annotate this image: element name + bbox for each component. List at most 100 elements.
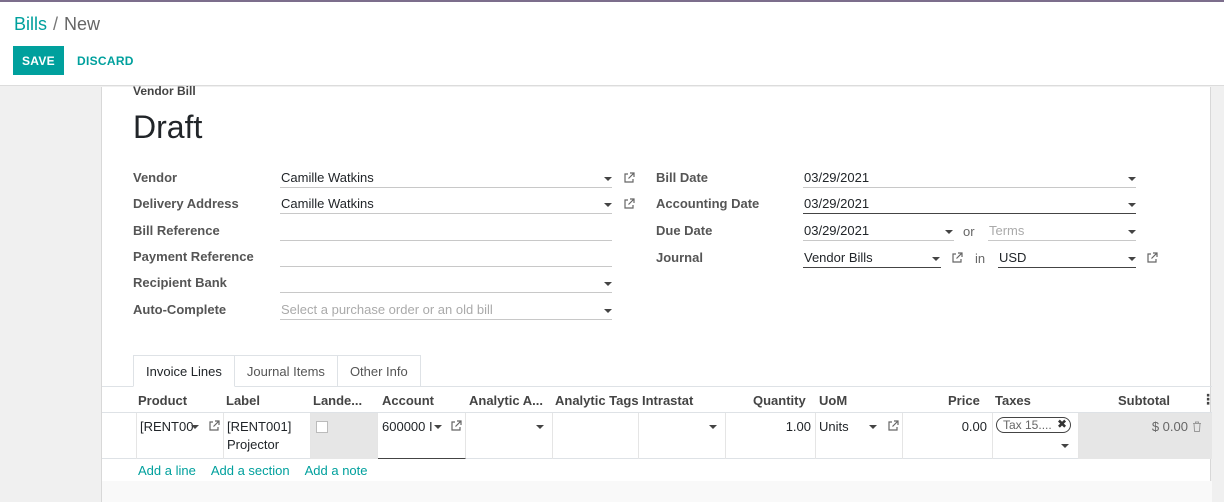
breadcrumb-bills-link[interactable]: Bills <box>14 14 47 34</box>
form-sheet: Vendor Bill Draft Vendor Camille Watkins… <box>101 84 1215 502</box>
vendor-external-link-icon[interactable] <box>623 172 635 184</box>
currency-field[interactable]: USD <box>998 248 1136 268</box>
control-panel: Bills / New SAVE DISCARD <box>0 2 1224 86</box>
vendor-chevron-down-icon[interactable] <box>604 177 612 181</box>
column-header-price[interactable]: Price <box>948 393 980 408</box>
table-row[interactable]: [RENT00 [RENT001] Projector 600000 I 1.0… <box>102 413 1212 459</box>
uom-value: Units <box>819 419 849 434</box>
subtotal-cell: $ 0.00 <box>1079 413 1212 459</box>
product-chevron-down-icon[interactable] <box>191 425 199 429</box>
breadcrumb-separator: / <box>53 14 59 34</box>
invoice-lines-header: Product Label Lande... Account Analytic … <box>102 387 1215 413</box>
recipient-bank-field[interactable] <box>280 273 612 293</box>
currency-external-link-icon[interactable] <box>1146 252 1158 264</box>
recipient-bank-label: Recipient Bank <box>133 275 227 290</box>
column-header-subtotal[interactable]: Subtotal <box>1118 393 1170 408</box>
document-type: Vendor Bill <box>133 84 196 98</box>
column-header-analytic-account[interactable]: Analytic A... <box>469 393 543 408</box>
payment-reference-label: Payment Reference <box>133 249 254 264</box>
due-date-or-text: or <box>963 224 975 239</box>
label-value-line2: Projector <box>227 437 280 452</box>
delivery-address-external-link-icon[interactable] <box>623 198 635 210</box>
quantity-value: 1.00 <box>785 419 811 434</box>
uom-external-link-icon[interactable] <box>887 420 899 432</box>
product-cell[interactable]: [RENT00 <box>136 413 224 459</box>
bill-date-chevron-down-icon[interactable] <box>1128 177 1136 181</box>
uom-chevron-down-icon[interactable] <box>869 425 877 429</box>
tab-journal-items[interactable]: Journal Items <box>234 355 338 387</box>
payment-reference-input[interactable] <box>280 247 612 267</box>
breadcrumb-current: New <box>64 14 101 34</box>
label-value-line1: [RENT001] <box>227 419 292 434</box>
bill-date-label: Bill Date <box>656 170 709 185</box>
account-chevron-down-icon[interactable] <box>434 425 442 429</box>
account-external-link-icon[interactable] <box>450 420 462 432</box>
column-header-label[interactable]: Label <box>226 393 260 408</box>
account-cell[interactable]: 600000 I <box>378 413 466 459</box>
discard-button[interactable]: DISCARD <box>77 54 134 68</box>
journal-external-link-icon[interactable] <box>951 252 963 264</box>
intrastat-chevron-down-icon[interactable] <box>709 425 717 429</box>
delivery-address-field[interactable]: Camille Watkins <box>280 194 612 214</box>
price-value: 0.00 <box>961 419 987 434</box>
recipient-bank-chevron-down-icon[interactable] <box>604 282 612 286</box>
payment-terms-chevron-down-icon[interactable] <box>1128 230 1136 234</box>
accounting-date-chevron-down-icon[interactable] <box>1128 203 1136 207</box>
landed-cost-cell <box>311 413 378 459</box>
due-date-chevron-down-icon[interactable] <box>945 230 953 234</box>
quantity-cell[interactable]: 1.00 <box>726 413 816 459</box>
uom-cell[interactable]: Units <box>816 413 903 459</box>
journal-chevron-down-icon[interactable] <box>932 257 940 261</box>
save-button[interactable]: SAVE <box>13 46 64 75</box>
intrastat-cell[interactable] <box>639 413 726 459</box>
auto-complete-input[interactable]: Select a purchase order or an old bill <box>280 300 612 320</box>
delete-row-trash-icon[interactable] <box>1192 421 1202 432</box>
currency-chevron-down-icon[interactable] <box>1128 257 1136 261</box>
label-cell[interactable]: [RENT001] Projector <box>224 413 311 459</box>
product-external-link-icon[interactable] <box>208 420 220 432</box>
price-cell[interactable]: 0.00 <box>903 413 993 459</box>
payment-terms-field[interactable]: Terms <box>988 221 1136 241</box>
product-value: [RENT00 <box>140 419 194 434</box>
auto-complete-label: Auto-Complete <box>133 302 227 317</box>
column-header-analytic-tags[interactable]: Analytic Tags <box>555 393 639 408</box>
optional-columns-kebab-icon[interactable]: ⋮ <box>1201 391 1215 408</box>
vendor-field[interactable]: Camille Watkins <box>280 168 612 188</box>
bill-reference-input[interactable] <box>280 221 612 241</box>
analytic-account-cell[interactable] <box>466 413 553 459</box>
analytic-account-chevron-down-icon[interactable] <box>536 425 544 429</box>
analytic-tags-cell[interactable] <box>553 413 639 459</box>
add-section-link[interactable]: Add a section <box>211 463 290 478</box>
column-header-product[interactable]: Product <box>138 393 187 408</box>
column-header-landed-cost[interactable]: Lande... <box>313 393 362 408</box>
sheet-footer <box>102 481 1212 502</box>
column-header-quantity[interactable]: Quantity <box>753 393 806 408</box>
journal-label: Journal <box>656 250 703 265</box>
add-line-link[interactable]: Add a line <box>138 463 196 478</box>
taxes-cell[interactable]: Tax 15.... ✖ <box>993 413 1079 459</box>
taxes-chevron-down-icon[interactable] <box>1061 444 1069 448</box>
line-actions: Add a line Add a section Add a note <box>138 463 368 478</box>
accounting-date-field[interactable]: 03/29/2021 <box>803 194 1136 214</box>
vendor-label: Vendor <box>133 170 178 185</box>
journal-in-text: in <box>975 251 986 266</box>
column-header-uom[interactable]: UoM <box>819 393 847 408</box>
tab-other-info[interactable]: Other Info <box>337 355 421 387</box>
landed-cost-checkbox[interactable] <box>316 421 328 433</box>
account-value: 600000 I <box>382 419 433 434</box>
add-note-link[interactable]: Add a note <box>305 463 368 478</box>
subtotal-value: $ 0.00 <box>1151 419 1188 434</box>
column-header-account[interactable]: Account <box>382 393 434 408</box>
due-date-field[interactable]: 03/29/2021 <box>803 221 954 241</box>
tax-tag-remove-icon[interactable]: ✖ <box>1057 417 1067 431</box>
tab-invoice-lines[interactable]: Invoice Lines <box>133 355 235 387</box>
bill-reference-label: Bill Reference <box>133 223 220 238</box>
column-header-taxes[interactable]: Taxes <box>995 393 1031 408</box>
auto-complete-chevron-down-icon[interactable] <box>604 309 612 313</box>
journal-field[interactable]: Vendor Bills <box>803 248 941 268</box>
due-date-label: Due Date <box>656 223 713 238</box>
delivery-address-label: Delivery Address <box>133 196 239 211</box>
bill-date-field[interactable]: 03/29/2021 <box>803 168 1136 188</box>
delivery-address-chevron-down-icon[interactable] <box>604 203 612 207</box>
column-header-intrastat[interactable]: Intrastat <box>642 393 693 408</box>
